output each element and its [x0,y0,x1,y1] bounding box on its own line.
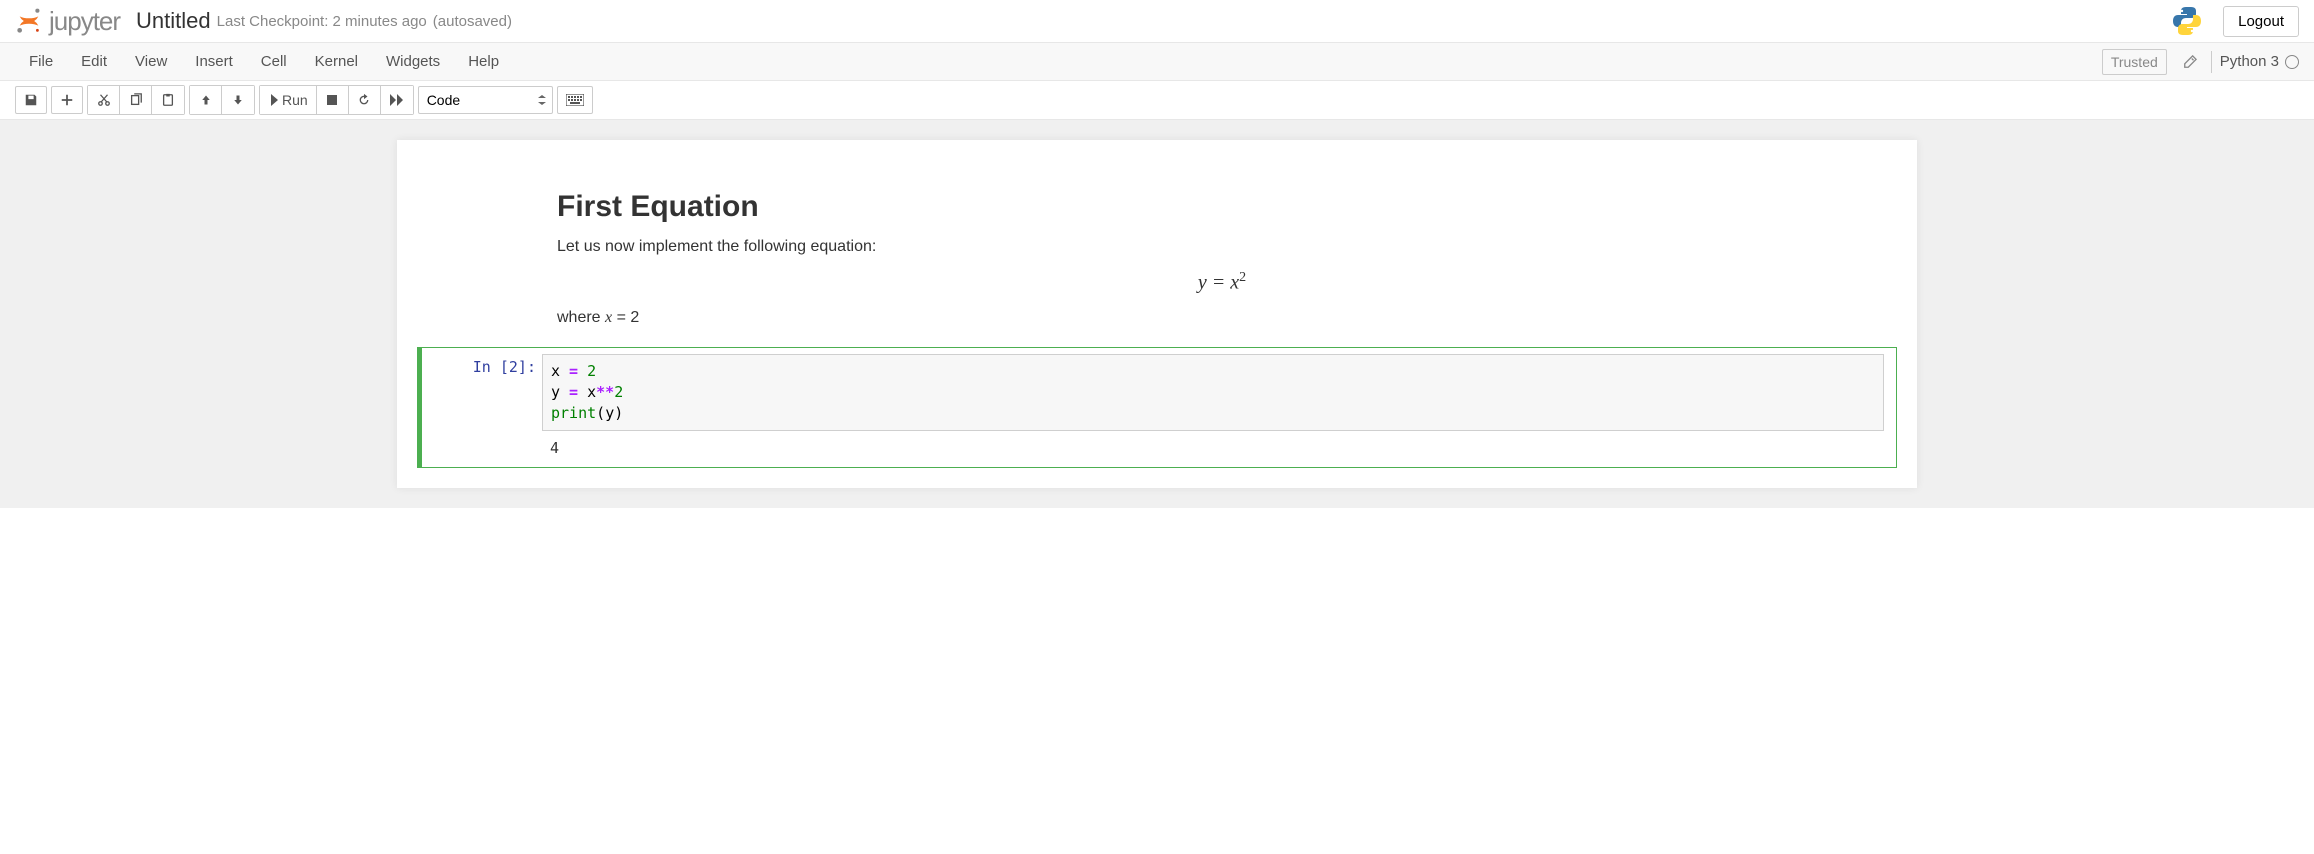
move-up-button[interactable] [190,86,222,114]
jupyter-logo-text: jupyter [49,6,120,37]
menu-help[interactable]: Help [454,45,513,78]
checkpoint-status: Last Checkpoint: 2 minutes ago [217,13,427,30]
code-line-3: print(y) [551,403,1875,424]
code-output: 4 [542,439,1884,461]
copy-button[interactable] [120,86,152,114]
menubar: File Edit View Insert Cell Kernel Widget… [0,43,2314,81]
code-input-area[interactable]: x = 2 y = x**2 print(y) [542,354,1884,431]
input-prompt: In [2]: [422,354,542,461]
notebook-container: First Equation Let us now implement the … [397,140,1917,488]
notebook-area: First Equation Let us now implement the … [0,120,2314,508]
cut-icon [97,93,111,107]
eq-lhs: y [1198,272,1207,294]
paste-icon [161,93,175,107]
trusted-indicator[interactable]: Trusted [2102,49,2167,75]
jupyter-logo[interactable]: jupyter [15,6,120,37]
code-line-2: y = x**2 [551,382,1875,403]
fast-forward-icon [390,94,404,106]
markdown-heading: First Equation [557,190,1887,224]
cut-copy-paste-group [87,85,185,115]
kernel-idle-indicator[interactable] [2285,55,2299,69]
kernel-name[interactable]: Python 3 [2220,53,2279,70]
notebook-name[interactable]: Untitled [136,8,211,34]
save-icon [24,93,38,107]
menu-edit[interactable]: Edit [67,45,121,78]
jupyter-planet-icon [15,7,43,35]
move-group [189,85,255,115]
restart-run-all-button[interactable] [381,86,413,114]
menu-file[interactable]: File [15,45,67,78]
markdown-equation: y = x2 [557,270,1887,295]
arrow-down-icon [232,94,244,106]
move-down-button[interactable] [222,86,254,114]
interrupt-button[interactable] [317,86,349,114]
stop-icon [326,94,338,106]
keyboard-icon [566,94,584,106]
markdown-cell[interactable]: First Equation Let us now implement the … [417,190,1897,327]
menu-cell[interactable]: Cell [247,45,301,78]
copy-icon [129,93,143,107]
arrow-up-icon [200,94,212,106]
menu-kernel[interactable]: Kernel [301,45,372,78]
plus-icon [60,93,74,107]
cell-type-select[interactable]: Code [418,86,553,114]
autosave-status: (autosaved) [433,13,512,30]
logout-button[interactable]: Logout [2223,6,2299,37]
eq-rhs-exp: 2 [1239,270,1246,285]
command-palette-button[interactable] [557,86,593,114]
run-group: Run [259,85,414,115]
restart-button[interactable] [349,86,381,114]
code-column: x = 2 y = x**2 print(y) 4 [542,354,1890,461]
where-eq: = [612,309,630,326]
restart-icon [357,93,371,107]
python-logo-icon [2171,5,2203,37]
run-label: Run [282,92,308,108]
markdown-where: where x = 2 [557,309,1887,327]
eq-op: = [1207,272,1231,294]
run-button[interactable]: Run [260,86,317,114]
menu-insert[interactable]: Insert [181,45,247,78]
where-prefix: where [557,309,605,326]
menu-widgets[interactable]: Widgets [372,45,454,78]
paste-button[interactable] [152,86,184,114]
code-line-1: x = 2 [551,361,1875,382]
save-button[interactable] [15,86,47,114]
edit-icon[interactable] [2177,51,2203,73]
toolbar: Run Code [0,81,2314,120]
run-icon [268,94,278,106]
eq-rhs-base: x [1230,272,1239,294]
code-cell[interactable]: In [2]: x = 2 y = x**2 print(y) 4 [417,347,1897,468]
where-val: 2 [630,309,639,326]
add-cell-button[interactable] [51,86,83,114]
header: jupyter Untitled Last Checkpoint: 2 minu… [0,0,2314,43]
menu-view[interactable]: View [121,45,181,78]
markdown-intro: Let us now implement the following equat… [557,238,1887,256]
separator [2211,51,2212,73]
cut-button[interactable] [88,86,120,114]
